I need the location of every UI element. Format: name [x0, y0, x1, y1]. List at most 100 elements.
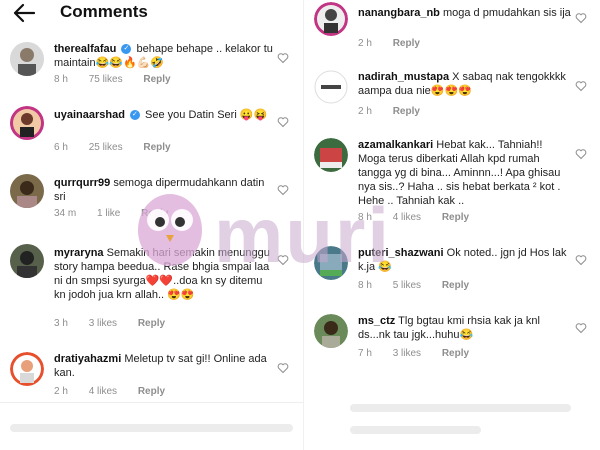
comment-meta: 8 h 4 likes Reply — [358, 212, 487, 223]
comment-time: 3 h — [54, 318, 68, 329]
comment-item: azamalkankari Hebat kak... Tahniah!! Mog… — [304, 134, 600, 230]
header: Comments — [0, 0, 303, 28]
comment-text: ms_ctz Tlg bgtau kmi rhsia kak ja knl ds… — [358, 314, 571, 342]
comment-time: 34 m — [54, 208, 77, 219]
reply-button[interactable]: Reply — [442, 212, 469, 223]
reply-button[interactable]: Reply — [143, 74, 170, 85]
comment-likes[interactable]: 3 likes — [89, 318, 117, 329]
comment-likes[interactable]: 75 likes — [89, 74, 123, 85]
comment-text: dratiyahazmi Meletup tv sat gi!! Online … — [54, 352, 273, 380]
comment-text: nanangbara_nb moga d pmudahkan sis ija — [358, 6, 571, 20]
comment-meta: 8 h 75 likes Reply — [54, 74, 189, 85]
username[interactable]: puteri_shazwani — [358, 247, 444, 259]
comment-likes[interactable]: 4 likes — [393, 212, 421, 223]
heart-icon[interactable] — [575, 254, 587, 266]
comment-likes[interactable]: 1 like — [97, 208, 120, 219]
username[interactable]: uyainaarshad — [54, 109, 125, 121]
avatar[interactable] — [314, 246, 348, 280]
avatar[interactable] — [10, 174, 44, 208]
avatar[interactable] — [10, 352, 44, 386]
comment-time: 8 h — [358, 280, 372, 291]
comment-text: azamalkankari Hebat kak... Tahniah!! Mog… — [358, 138, 571, 208]
comment-body: See you Datin Seri 😛😝 — [145, 109, 268, 121]
reply-button[interactable]: Reply — [393, 106, 420, 117]
comment-item: dratiyahazmi Meletup tv sat gi!! Online … — [0, 350, 303, 402]
comment-time: 8 h — [54, 74, 68, 85]
heart-icon[interactable] — [277, 184, 289, 196]
comment-likes[interactable]: 25 likes — [89, 142, 123, 153]
username[interactable]: ms_ctz — [358, 315, 395, 327]
comment-item: ms_ctz Tlg bgtau kmi rhsia kak ja knl ds… — [304, 310, 600, 366]
comment-item: puteri_shazwani Ok noted.. jgn jd Hos la… — [304, 242, 600, 298]
comment-text: puteri_shazwani Ok noted.. jgn jd Hos la… — [358, 246, 571, 274]
username[interactable]: azamalkankari — [358, 139, 433, 151]
comment-time: 7 h — [358, 348, 372, 359]
username[interactable]: nanangbara_nb — [358, 7, 440, 19]
comment-item: nanangbara_nb moga d pmudahkan sis ija 2… — [304, 0, 600, 52]
username[interactable]: myraryna — [54, 247, 104, 259]
divider — [0, 402, 303, 403]
comment-time: 8 h — [358, 212, 372, 223]
reply-button[interactable]: Reply — [442, 348, 469, 359]
comments-panel-right: nanangbara_nb moga d pmudahkan sis ija 2… — [303, 0, 600, 450]
comment-time: 2 h — [54, 386, 68, 397]
next-comment-placeholder — [350, 426, 481, 434]
reply-button[interactable]: Reply — [442, 280, 469, 291]
heart-icon[interactable] — [277, 52, 289, 64]
comment-meta: 7 h 3 likes Reply — [358, 348, 487, 359]
comment-item: therealfafau ✓ behape behape .. kelakor … — [0, 40, 303, 92]
heart-icon[interactable] — [575, 148, 587, 160]
reply-button[interactable]: Reply — [141, 208, 168, 219]
avatar[interactable] — [314, 70, 348, 104]
comment-meta: 34 m 1 like Reply — [54, 208, 186, 219]
avatar[interactable] — [10, 244, 44, 278]
comment-time: 6 h — [54, 142, 68, 153]
comment-time: 2 h — [358, 106, 372, 117]
heart-icon[interactable] — [277, 362, 289, 374]
comment-text: myraryna Semakin hari semakin menunggu s… — [54, 246, 273, 302]
comment-text: nadirah_mustapa X sabaq nak tengokkkk aa… — [358, 70, 571, 98]
heart-icon[interactable] — [575, 322, 587, 334]
comment-likes[interactable]: 4 likes — [89, 386, 117, 397]
username[interactable]: qurrqurr99 — [54, 177, 110, 189]
comment-item: nadirah_mustapa X sabaq nak tengokkkk aa… — [304, 66, 600, 122]
comment-text: qurrqurr99 semoga dipermudahkann datin s… — [54, 176, 273, 204]
avatar[interactable] — [314, 314, 348, 348]
heart-icon[interactable] — [277, 116, 289, 128]
heart-icon[interactable] — [277, 254, 289, 266]
username[interactable]: therealfafau — [54, 43, 116, 55]
comment-meta: 8 h 5 likes Reply — [358, 280, 487, 291]
reply-button[interactable]: Reply — [138, 318, 165, 329]
comment-meta: 2 h Reply — [358, 38, 438, 49]
comment-time: 2 h — [358, 38, 372, 49]
comments-panel-left: Comments therealfafau ✓ behape behape ..… — [0, 0, 303, 450]
next-comment-placeholder — [10, 424, 293, 432]
heart-icon[interactable] — [575, 80, 587, 92]
username[interactable]: nadirah_mustapa — [358, 71, 449, 83]
verified-badge-icon: ✓ — [121, 44, 132, 55]
avatar[interactable] — [314, 2, 348, 36]
comment-meta: 3 h 3 likes Reply — [54, 318, 183, 329]
comment-text: therealfafau ✓ behape behape .. kelakor … — [54, 42, 273, 70]
verified-badge-icon: ✓ — [129, 110, 140, 121]
comment-item: qurrqurr99 semoga dipermudahkann datin s… — [0, 172, 303, 228]
comment-item: myraryna Semakin hari semakin menunggu s… — [0, 242, 303, 334]
username[interactable]: dratiyahazmi — [54, 353, 121, 365]
reply-button[interactable]: Reply — [143, 142, 170, 153]
next-comment-placeholder — [350, 404, 571, 412]
comment-body: moga d pmudahkan sis ija — [442, 7, 571, 19]
avatar[interactable] — [10, 106, 44, 140]
comment-meta: 2 h 4 likes Reply — [54, 386, 183, 397]
avatar[interactable] — [10, 42, 44, 76]
back-arrow-icon[interactable] — [12, 2, 36, 24]
reply-button[interactable]: Reply — [138, 386, 165, 397]
comment-meta: 6 h 25 likes Reply — [54, 142, 189, 153]
reply-button[interactable]: Reply — [393, 38, 420, 49]
comment-item: uyainaarshad ✓ See you Datin Seri 😛😝 6 h… — [0, 104, 303, 160]
comment-meta: 2 h Reply — [358, 106, 438, 117]
heart-icon[interactable] — [575, 12, 587, 24]
comment-text: uyainaarshad ✓ See you Datin Seri 😛😝 — [54, 108, 273, 122]
avatar[interactable] — [314, 138, 348, 172]
comment-likes[interactable]: 5 likes — [393, 280, 421, 291]
comment-likes[interactable]: 3 likes — [393, 348, 421, 359]
